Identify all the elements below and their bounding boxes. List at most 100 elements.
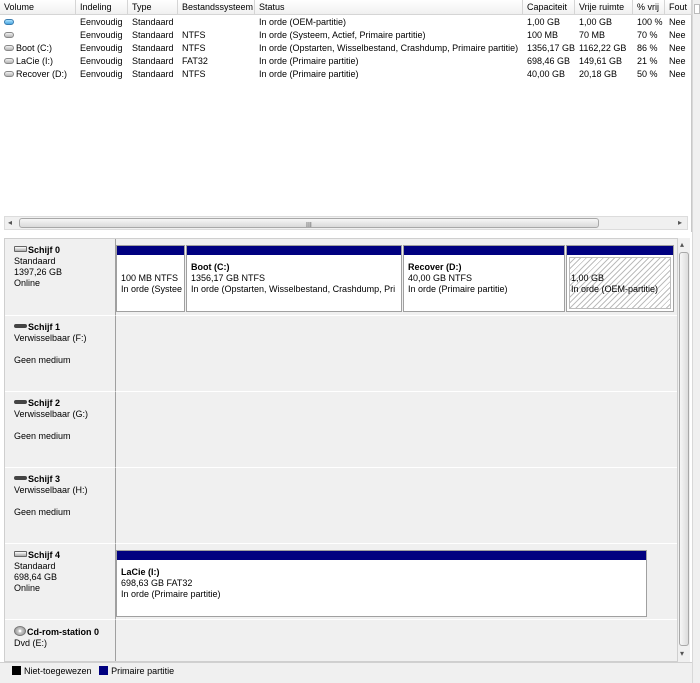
partition-status: In orde (Primaire partitie) (121, 589, 221, 599)
cell-fs (180, 16, 255, 29)
cell-cap: 1356,17 GB (527, 43, 575, 53)
disk-map: Schijf 0 Standaard 1397,26 GB Online 100 MB … (4, 238, 678, 662)
disk-label[interactable]: Schijf 2 Verwisselbaar (G:) Geen medium (5, 392, 116, 468)
volume-drive-icon (4, 71, 14, 77)
disk-row[interactable]: Schijf 0 Standaard 1397,26 GB Online 100 MB … (5, 239, 677, 316)
scroll-up-icon[interactable]: ▴ (680, 240, 684, 249)
cell-status: In orde (Opstarten, Wisselbestand, Crash… (259, 43, 519, 53)
cell-indeling: Eenvoudig (80, 43, 123, 53)
disk-label[interactable]: Cd-rom-station 0 Dvd (E:) (5, 620, 116, 661)
cell-indeling: Eenvoudig (80, 56, 123, 66)
column-header-bestandssysteem[interactable]: Bestandssysteem (178, 0, 255, 15)
partition-title: LaCie (I:) (121, 567, 160, 577)
partition-status: In orde (Primaire partitie) (408, 284, 508, 294)
partition-block[interactable]: 1,00 GB In orde (OEM-partitie) (566, 245, 674, 312)
disk-type: Verwisselbaar (F:) (14, 333, 87, 343)
cell-cap: 100 MB (527, 30, 559, 40)
column-header-fout[interactable]: Fout (665, 0, 692, 15)
volume-row[interactable]: Eenvoudig Standaard NTFS In orde (Systeem, … (0, 29, 692, 42)
cell-cap: 1,00 GB (527, 17, 561, 27)
disk-row[interactable]: Schijf 1 Verwisselbaar (F:) Geen medium (5, 316, 677, 392)
volume-row[interactable]: Eenvoudig Standaard In orde (OEM-partitie)… (0, 16, 692, 29)
legend-primary-label: Primaire partitie (111, 666, 175, 676)
disk-partition-area (116, 620, 677, 661)
horizontal-scroll-thumb[interactable]: III (19, 218, 599, 229)
disk-label[interactable]: Schijf 1 Verwisselbaar (F:) Geen medium (5, 316, 116, 392)
disk-row[interactable]: Cd-rom-station 0 Dvd (E:) (5, 620, 677, 661)
cell-fault: Nee (669, 56, 686, 66)
cell-type: Standaard (132, 17, 174, 27)
disk-name: Schijf 1 (28, 322, 61, 332)
column-header-vrije-ruimte[interactable]: Vrije ruimte (575, 0, 633, 15)
column-header-volume[interactable]: Volume (0, 0, 76, 15)
legend-unallocated-label: Niet-toegewezen (24, 666, 92, 676)
scroll-grip: III (306, 222, 312, 229)
cell-pct: 50 % (637, 69, 658, 79)
partition-block[interactable]: 100 MB NTFS In orde (Systee (116, 245, 185, 312)
cell-fs: NTFS (182, 30, 206, 40)
unallocated-swatch (12, 666, 21, 675)
cell-type: Standaard (132, 43, 174, 53)
column-header-indeling[interactable]: Indeling (76, 0, 128, 15)
partition-block[interactable]: LaCie (I:) 698,63 GB FAT32 In orde (Primai… (116, 550, 647, 617)
hard-disk-icon (14, 551, 27, 557)
disk-size: 1397,26 GB (14, 267, 63, 277)
hard-disk-icon (14, 246, 27, 252)
disk-name: Schijf 4 (28, 550, 61, 560)
cell-status: In orde (Primaire partitie) (259, 69, 359, 79)
scroll-left-icon[interactable]: ◂ (8, 218, 12, 227)
disk-row[interactable]: Schijf 3 Verwisselbaar (H:) Geen medium (5, 468, 677, 544)
window-right-edge (692, 0, 700, 683)
volume-row[interactable]: LaCie (I:) Eenvoudig Standaard FAT32 In orde… (0, 55, 692, 68)
legend: Niet-toegewezen Primaire partitie (0, 662, 692, 683)
removable-disk-icon (14, 476, 27, 480)
partition-block[interactable]: Boot (C:) 1356,17 GB NTFS In orde (Opstart… (186, 245, 402, 312)
disk-label[interactable]: Schijf 0 Standaard 1397,26 GB Online (5, 239, 116, 316)
volume-drive-icon (4, 58, 14, 64)
partition-text: LaCie (I:) 698,63 GB FAT32 In orde (Primai… (121, 567, 644, 600)
cell-free: 70 MB (579, 30, 606, 40)
disk-label[interactable]: Schijf 3 Verwisselbaar (H:) Geen medium (5, 468, 116, 544)
partition-block[interactable]: Recover (D:) 40,00 GB NTFS In orde (Primai… (403, 245, 565, 312)
disk-name: Cd-rom-station 0 (27, 627, 99, 637)
column-header-pct-vrij[interactable]: % vrij (633, 0, 665, 15)
column-header-capaciteit[interactable]: Capaciteit (523, 0, 575, 15)
disk-row[interactable]: Schijf 2 Verwisselbaar (G:) Geen medium (5, 392, 677, 468)
column-header-status[interactable]: Status (255, 0, 523, 15)
partition-text: Boot (C:) 1356,17 GB NTFS In orde (Opstart… (191, 262, 399, 295)
disk-label[interactable]: Schijf 4 Standaard 698,64 GB Online (5, 544, 116, 620)
primary-partition-bar (567, 246, 673, 255)
cell-indeling: Eenvoudig (80, 69, 123, 79)
cell-type: Standaard (132, 30, 174, 40)
volume-row[interactable]: Boot (C:) Eenvoudig Standaard NTFS In orde (… (0, 42, 692, 55)
horizontal-scrollbar[interactable]: ◂ III ▸ (4, 216, 688, 230)
primary-partition-swatch (99, 666, 109, 675)
removable-disk-icon (14, 400, 27, 404)
disk-type: Standaard (14, 256, 56, 266)
vertical-scroll-thumb[interactable] (679, 252, 689, 646)
partition-text: 100 MB NTFS In orde (Systee (121, 262, 182, 295)
column-header-type[interactable]: Type (128, 0, 178, 15)
cell-fault: Nee (669, 69, 686, 79)
partition-title: Boot (C:) (191, 262, 230, 272)
disk-type: Verwisselbaar (H:) (14, 485, 88, 495)
disk-size (14, 344, 115, 355)
disk-name: Schijf 3 (28, 474, 61, 484)
disk-type: Standaard (14, 561, 56, 571)
partition-status: In orde (OEM-partitie) (571, 284, 659, 294)
disk-state: Geen medium (14, 507, 71, 517)
volume-list: Volume Indeling Type Bestandssysteem Sta… (0, 0, 692, 232)
disk-row[interactable]: Schijf 4 Standaard 698,64 GB Online LaCie (I… (5, 544, 677, 620)
partition-text: 1,00 GB In orde (OEM-partitie) (571, 262, 671, 295)
disk-size (14, 649, 115, 660)
partition-title (121, 262, 182, 273)
vertical-scrollbar[interactable]: ▴ ▾ (678, 238, 690, 662)
scroll-down-icon[interactable]: ▾ (680, 649, 684, 658)
volume-row[interactable]: Recover (D:) Eenvoudig Standaard NTFS In ord… (0, 68, 692, 81)
primary-partition-bar (117, 551, 646, 560)
cell-volume: Boot (C:) (2, 42, 76, 55)
cell-fs: NTFS (182, 43, 206, 53)
partition-size: 1,00 GB (571, 273, 605, 283)
scroll-right-icon[interactable]: ▸ (678, 218, 682, 227)
disk-partition-area: 100 MB NTFS In orde (Systee Boot (C:) 1356,… (116, 239, 677, 316)
